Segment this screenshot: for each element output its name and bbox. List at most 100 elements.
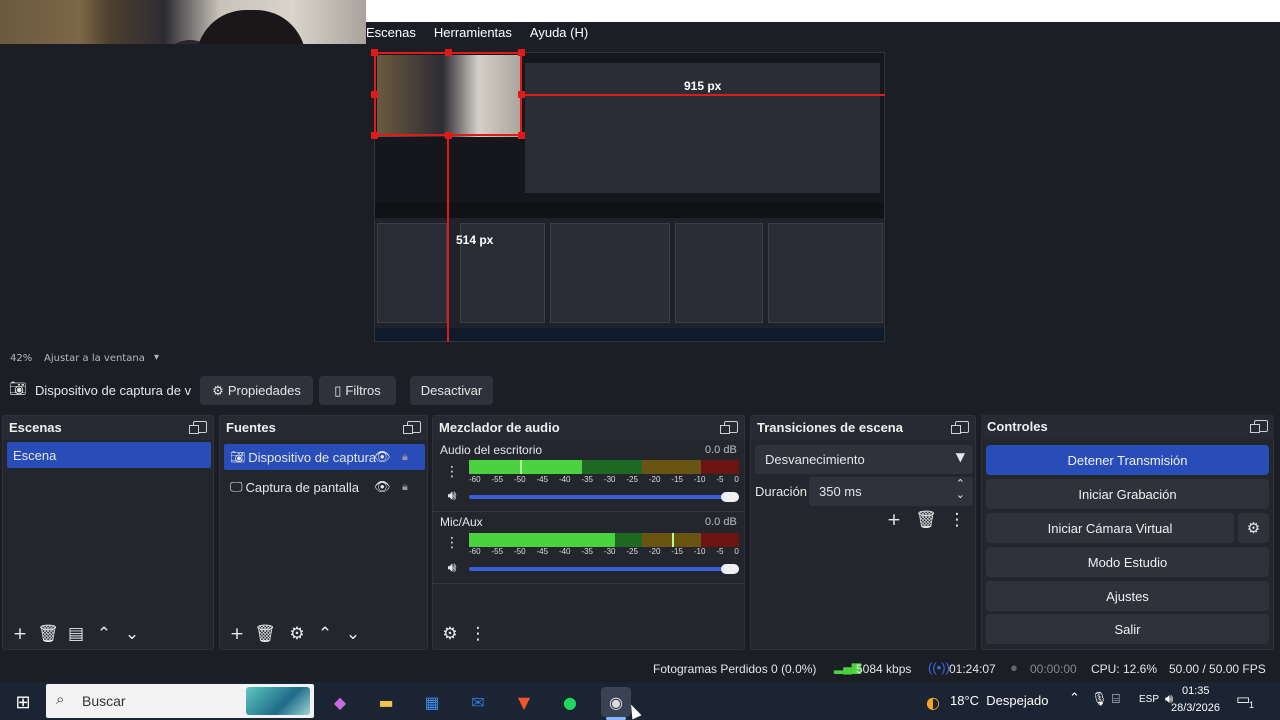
settings-button[interactable]: Ajustes	[986, 581, 1269, 611]
add-icon[interactable]: +	[9, 623, 31, 645]
channel-name: Mic/Aux	[440, 515, 483, 529]
resize-handle[interactable]	[371, 49, 378, 56]
source-item[interactable]: 🖵 Captura de pantalla 👁 🔒︎	[224, 474, 425, 500]
monitor-icon: 🖵	[230, 479, 243, 494]
properties-button[interactable]: ⚙ Propiedades	[200, 376, 313, 405]
deactivate-button[interactable]: Desactivar	[410, 376, 493, 405]
add-icon[interactable]: +	[883, 509, 905, 531]
menu-escenas[interactable]: Escenas	[366, 22, 416, 44]
eye-icon[interactable]: 👁	[374, 449, 391, 465]
virtual-camera-settings-button[interactable]: ⚙	[1238, 513, 1269, 543]
resize-handle[interactable]	[445, 49, 452, 56]
microphone-icon[interactable]: 🎙︎	[1091, 692, 1108, 707]
taskbar-search[interactable]: ⌕ Buscar	[46, 684, 314, 718]
filters-button[interactable]: ▯ Filtros	[319, 376, 396, 405]
volume-slider-knob[interactable]	[721, 564, 739, 574]
add-icon[interactable]: +	[226, 623, 248, 645]
stream-time: 01:24:07	[949, 662, 996, 676]
advanced-audio-gear-icon[interactable]: ⚙	[439, 623, 461, 645]
brave-icon[interactable]: ▼	[509, 687, 539, 717]
chevron-up-icon[interactable]: ⌃	[1069, 691, 1080, 706]
eye-icon[interactable]: 👁	[374, 479, 391, 495]
scene-item[interactable]: Escena	[7, 442, 211, 468]
move-up-icon[interactable]: ⌃	[93, 623, 115, 645]
move-down-icon[interactable]: ⌄	[342, 623, 364, 645]
transition-select[interactable]: Desvanecimiento ▼	[755, 445, 973, 474]
dock-title: Fuentes	[220, 416, 427, 440]
start-virtual-camera-button[interactable]: Iniciar Cámara Virtual	[986, 513, 1234, 543]
status-bar: Fotogramas Perdidos 0 (0.0%) ▂▄▆ 5084 kb…	[0, 656, 1280, 682]
move-down-icon[interactable]: ⌄	[121, 623, 143, 645]
start-recording-button[interactable]: Iniciar Grabación	[986, 479, 1269, 509]
title-strip	[366, 0, 1280, 22]
selection-box[interactable]	[374, 52, 522, 136]
notification-count: 1	[1249, 700, 1255, 710]
spotify-icon[interactable]: ●	[555, 687, 585, 717]
trash-icon[interactable]: 🗑︎	[37, 623, 59, 645]
scenes-dock: Escenas Escena + 🗑︎ ▤ ⌃ ⌄	[2, 415, 214, 650]
source-item[interactable]: 📷︎ Dispositivo de captura 👁 🔒︎	[224, 444, 425, 470]
zoom-fit-dropdown[interactable]: Ajustar a la ventana	[44, 353, 145, 364]
resize-handle[interactable]	[371, 91, 378, 98]
file-explorer-icon[interactable]: ▬	[371, 687, 401, 717]
undock-icon[interactable]	[1250, 420, 1268, 433]
lock-icon[interactable]: 🔒︎	[402, 481, 408, 494]
dock-title: Escenas	[3, 416, 213, 440]
lang-indicator[interactable]: ESP	[1139, 694, 1159, 705]
exit-button[interactable]: Salir	[986, 614, 1269, 644]
volume-slider-knob[interactable]	[721, 492, 739, 502]
undock-icon[interactable]	[720, 421, 738, 434]
obs-icon[interactable]: ◉	[601, 687, 631, 717]
gear-icon: ⚙	[212, 382, 224, 398]
sources-dock: Fuentes 📷︎ Dispositivo de captura 👁 🔒︎ 🖵…	[219, 415, 428, 650]
move-up-icon[interactable]: ⌃	[314, 623, 336, 645]
windows-start-icon[interactable]: ⊞	[8, 687, 38, 717]
gear-icon[interactable]: ⚙	[286, 623, 308, 645]
network-icon[interactable]: ⌸	[1112, 692, 1120, 707]
dock-title: Transiciones de escena	[751, 416, 975, 440]
channel-volume-db: 0.0 dB	[705, 516, 737, 528]
volume-slider[interactable]	[469, 567, 739, 571]
resize-handle[interactable]	[371, 132, 378, 139]
duration-stepper[interactable]: 350 ms ⌃ ⌄	[809, 477, 973, 506]
resize-handle[interactable]	[518, 132, 525, 139]
store-icon[interactable]: ▦	[417, 687, 447, 717]
clock-date[interactable]: 28/3/2026	[1171, 702, 1220, 714]
trash-icon[interactable]: 🗑︎	[254, 623, 276, 645]
filter-icon[interactable]: ▤	[65, 623, 87, 645]
meter-ticks: -60 -55 -50 -45 -40 -35 -30 -25 -20 -15 -10 -5 0	[469, 547, 739, 556]
trash-icon[interactable]: 🗑︎	[915, 509, 937, 531]
width-guide-label: 915 px	[684, 79, 722, 93]
speaker-icon[interactable]: 🔊︎	[441, 557, 463, 579]
zoom-percent: 42%	[10, 353, 33, 364]
resize-handle[interactable]	[518, 49, 525, 56]
undock-icon[interactable]	[951, 421, 969, 434]
stop-streaming-button[interactable]: Detener Transmisión	[986, 445, 1269, 475]
meter-peak	[520, 460, 523, 474]
studio-mode-button[interactable]: Modo Estudio	[986, 547, 1269, 577]
search-icon: ⌕	[56, 691, 65, 708]
outlook-icon[interactable]: ✉	[463, 687, 493, 717]
more-options-icon[interactable]: ⋮	[946, 509, 968, 531]
undock-icon[interactable]	[403, 421, 421, 434]
copilot-icon[interactable]: ◆	[325, 687, 355, 717]
clock-time[interactable]: 01:35	[1182, 685, 1210, 697]
more-options-icon[interactable]: ⋮	[441, 532, 463, 554]
recording-time: 00:00:00	[1030, 662, 1077, 676]
height-guide-label: 514 px	[456, 233, 494, 247]
fps-counter: 50.00 / 50.00 FPS	[1169, 662, 1266, 676]
more-options-icon[interactable]: ⋮	[441, 461, 463, 483]
lock-icon[interactable]: 🔒︎	[402, 451, 408, 464]
weather-text[interactable]: 18°C Despejado	[950, 693, 1048, 708]
more-options-icon[interactable]: ⋮	[467, 623, 489, 645]
chevron-down-icon[interactable]: ▾	[154, 352, 159, 363]
menu-herramientas[interactable]: Herramientas	[434, 22, 512, 44]
speaker-icon[interactable]: 🔊︎	[441, 485, 463, 507]
duration-label: Duración	[755, 484, 808, 499]
bitrate: 5084 kbps	[856, 662, 912, 676]
chevron-down-icon[interactable]: ⌄	[956, 488, 965, 501]
undock-icon[interactable]	[189, 421, 207, 434]
volume-slider[interactable]	[469, 495, 739, 499]
cpu-usage: CPU: 12.6%	[1091, 662, 1158, 676]
menu-ayuda[interactable]: Ayuda (H)	[530, 22, 588, 44]
